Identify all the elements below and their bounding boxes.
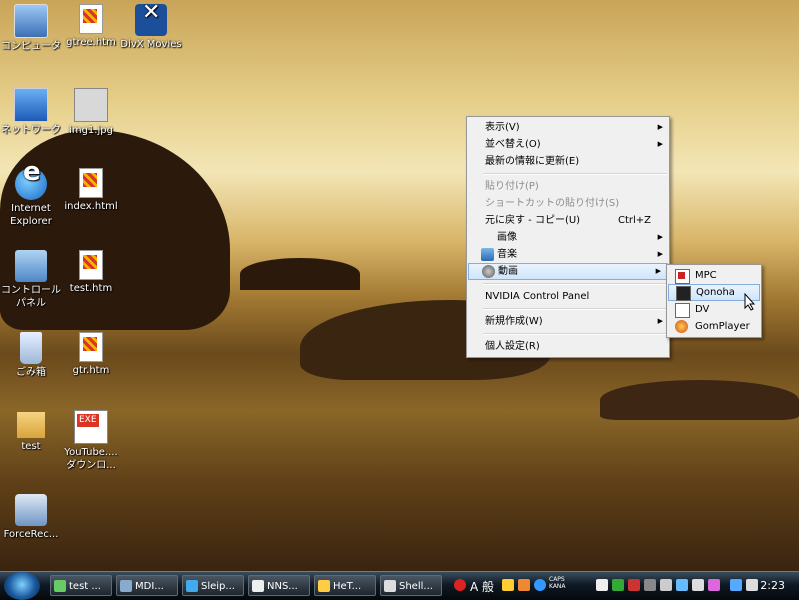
window-icon <box>252 580 264 592</box>
tray-app-icon[interactable] <box>612 579 624 591</box>
taskbar-button-mdi[interactable]: MDI... <box>116 575 178 596</box>
help-icon[interactable] <box>534 579 546 591</box>
desktop-icon-index-html[interactable]: index.html <box>54 168 128 213</box>
taskbar-button-het[interactable]: HeT... <box>314 575 376 596</box>
menu-item-video[interactable]: 動画 ▶ <box>468 263 668 280</box>
control-panel-icon <box>15 250 47 282</box>
tray-app-icon[interactable] <box>502 579 514 591</box>
menu-item-nvidia-control-panel[interactable]: NVIDIA Control Panel <box>467 288 669 305</box>
tray-app-icon[interactable] <box>676 579 688 591</box>
submenu-arrow-icon: ▶ <box>657 233 663 241</box>
taskbar-button-shell[interactable]: Shell... <box>380 575 442 596</box>
tray-app-icon[interactable] <box>454 579 466 591</box>
tray-app-icon[interactable] <box>692 579 704 591</box>
taskbar-button-sleipnir[interactable]: Sleip... <box>182 575 244 596</box>
network-status-icon[interactable] <box>730 579 742 591</box>
menu-item-images[interactable]: 画像 ▶ <box>467 229 669 246</box>
tray-app-icon[interactable] <box>708 579 720 591</box>
menu-item-paste: 貼り付け(P) <box>485 181 539 192</box>
taskbar-button-nns[interactable]: NNS... <box>248 575 310 596</box>
menu-separator <box>483 173 667 175</box>
menu-item-personalize[interactable]: 個人設定(R) <box>467 338 669 355</box>
window-icon <box>120 580 132 592</box>
window-icon <box>54 580 66 592</box>
qonoha-icon <box>676 286 691 301</box>
submenu-item-mpc[interactable]: MPC <box>667 267 761 284</box>
submenu-arrow-icon: ▶ <box>655 267 661 275</box>
clock[interactable]: 2:23 <box>760 579 785 592</box>
html-file-icon <box>79 332 103 362</box>
start-button[interactable] <box>4 572 40 600</box>
folder-icon <box>17 412 45 438</box>
submenu-arrow-icon: ▶ <box>657 250 663 258</box>
menu-item-sort[interactable]: 並べ替え(O) ▶ <box>467 136 669 153</box>
rock-shore-right <box>600 380 799 420</box>
desktop-icon-divx-movies[interactable]: DivX Movies <box>114 4 188 51</box>
mpc-icon <box>675 269 690 284</box>
window-icon <box>318 580 330 592</box>
desktop-icon-img1-jpg[interactable]: img1.jpg <box>54 88 128 137</box>
html-file-icon <box>79 250 103 280</box>
taskbar-button-test[interactable]: test ... <box>50 575 112 596</box>
menu-item-view[interactable]: 表示(V) ▶ <box>467 119 669 136</box>
ime-indicator[interactable]: A 般 <box>470 578 494 595</box>
menu-item-undo-copy[interactable]: 元に戻す - コピー(U) Ctrl+Z <box>467 212 669 229</box>
menu-separator <box>483 333 667 335</box>
image-file-icon <box>74 88 108 122</box>
video-icon <box>482 265 495 278</box>
exe-file-icon <box>74 410 108 444</box>
desktop-context-menu: 表示(V) ▶ 並べ替え(O) ▶ 最新の情報に更新(E) 貼り付け(P) ショート… <box>466 116 670 358</box>
desktop[interactable]: コンピュータ gtree.htm DivX Movies ネットワーク img1… <box>0 0 799 571</box>
menu-item-music[interactable]: 音楽 ▶ <box>467 246 669 263</box>
desktop-icon-forcerec[interactable]: ForceRec... <box>0 494 68 541</box>
tray-app-icon[interactable] <box>660 579 672 591</box>
dv-icon <box>675 303 690 318</box>
network-icon <box>14 88 48 122</box>
submenu-arrow-icon: ▶ <box>657 140 663 148</box>
divx-shortcut-icon <box>135 4 167 36</box>
menu-separator <box>483 308 667 310</box>
desktop-icon-test-htm[interactable]: test.htm <box>54 250 128 295</box>
tray-app-icon[interactable] <box>628 579 640 591</box>
menu-item-refresh[interactable]: 最新の情報に更新(E) <box>467 153 669 170</box>
desktop-icon-gtr-htm[interactable]: gtr.htm <box>54 332 128 377</box>
internet-explorer-icon <box>15 166 47 200</box>
html-file-icon <box>79 168 103 198</box>
taskbar: test ... MDI... Sleip... NNS... HeT... S… <box>0 571 799 600</box>
volume-icon[interactable] <box>746 579 758 591</box>
tray-app-icon[interactable] <box>596 579 608 591</box>
keyboard-status: CAPS KANA <box>549 576 566 590</box>
html-file-icon <box>79 4 103 34</box>
menu-separator <box>483 283 667 285</box>
tray-app-icon[interactable] <box>644 579 656 591</box>
submenu-item-gomplayer[interactable]: GomPlayer <box>667 318 761 335</box>
recycle-bin-icon <box>20 332 42 364</box>
menu-item-new[interactable]: 新規作成(W) ▶ <box>467 313 669 330</box>
tray-app-icon[interactable] <box>518 579 530 591</box>
exe-file-icon <box>15 494 47 526</box>
rock-formation-center <box>240 258 360 290</box>
window-icon <box>186 580 198 592</box>
notification-area: A 般 2:23 <box>446 572 799 600</box>
mouse-cursor-icon <box>744 293 756 311</box>
menu-item-paste-shortcut: ショートカットの貼り付け(S) <box>485 198 620 209</box>
window-icon <box>384 580 396 592</box>
desktop-icon-youtube-downloader[interactable]: YouTube.... ダウンロ... <box>54 410 128 472</box>
submenu-arrow-icon: ▶ <box>657 123 663 131</box>
submenu-arrow-icon: ▶ <box>657 317 663 325</box>
music-icon <box>481 248 494 261</box>
computer-icon <box>14 4 48 38</box>
gomplayer-icon <box>675 320 688 333</box>
